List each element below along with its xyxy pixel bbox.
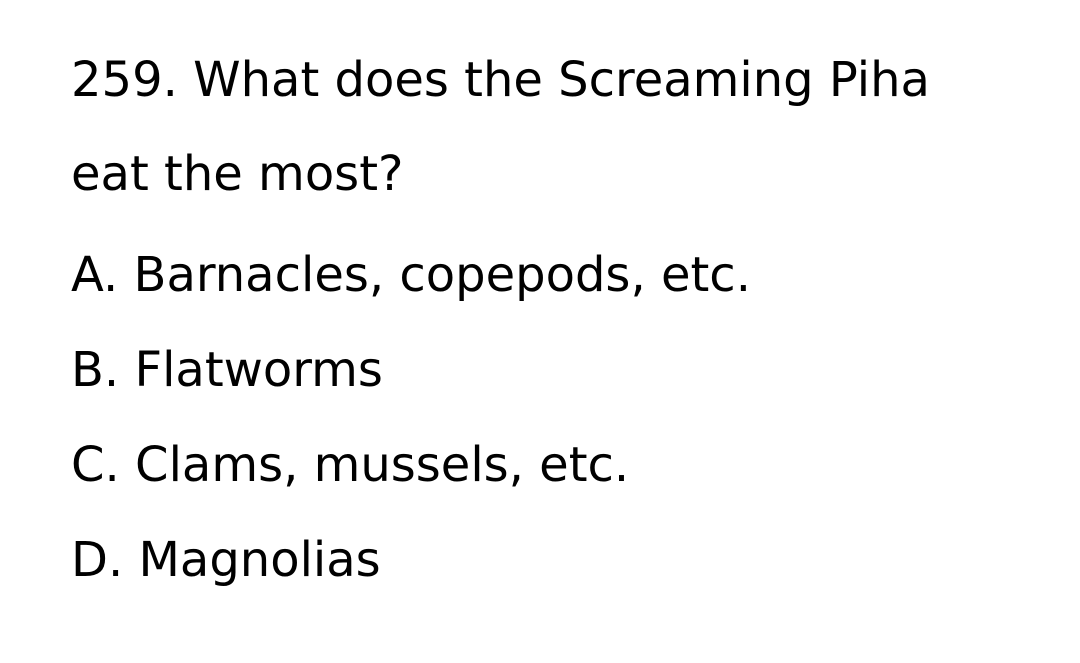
question-number: 259. bbox=[71, 52, 178, 108]
option-text: Flatworms bbox=[134, 342, 383, 398]
option-letter: D. bbox=[71, 532, 124, 588]
question-line-1: 259. What does the Screaming Piha bbox=[71, 33, 1080, 127]
option-letter: B. bbox=[71, 342, 120, 398]
question-text: 259. What does the Screaming Piha eat th… bbox=[71, 33, 1080, 221]
option-letter: A. bbox=[71, 247, 119, 303]
answer-option-b[interactable]: B. Flatworms bbox=[71, 342, 383, 398]
answer-option-a[interactable]: A. Barnacles, copepods, etc. bbox=[71, 247, 751, 303]
option-text: Barnacles, copepods, etc. bbox=[133, 247, 751, 303]
question-stem-first-line: What does the Screaming Piha bbox=[193, 52, 930, 108]
answer-option-d[interactable]: D. Magnolias bbox=[71, 532, 381, 588]
option-text: Clams, mussels, etc. bbox=[135, 437, 630, 493]
question-stem-second-line: eat the most? bbox=[71, 146, 404, 202]
option-letter: C. bbox=[71, 437, 120, 493]
answer-option-c[interactable]: C. Clams, mussels, etc. bbox=[71, 437, 629, 493]
option-text: Magnolias bbox=[138, 532, 381, 588]
